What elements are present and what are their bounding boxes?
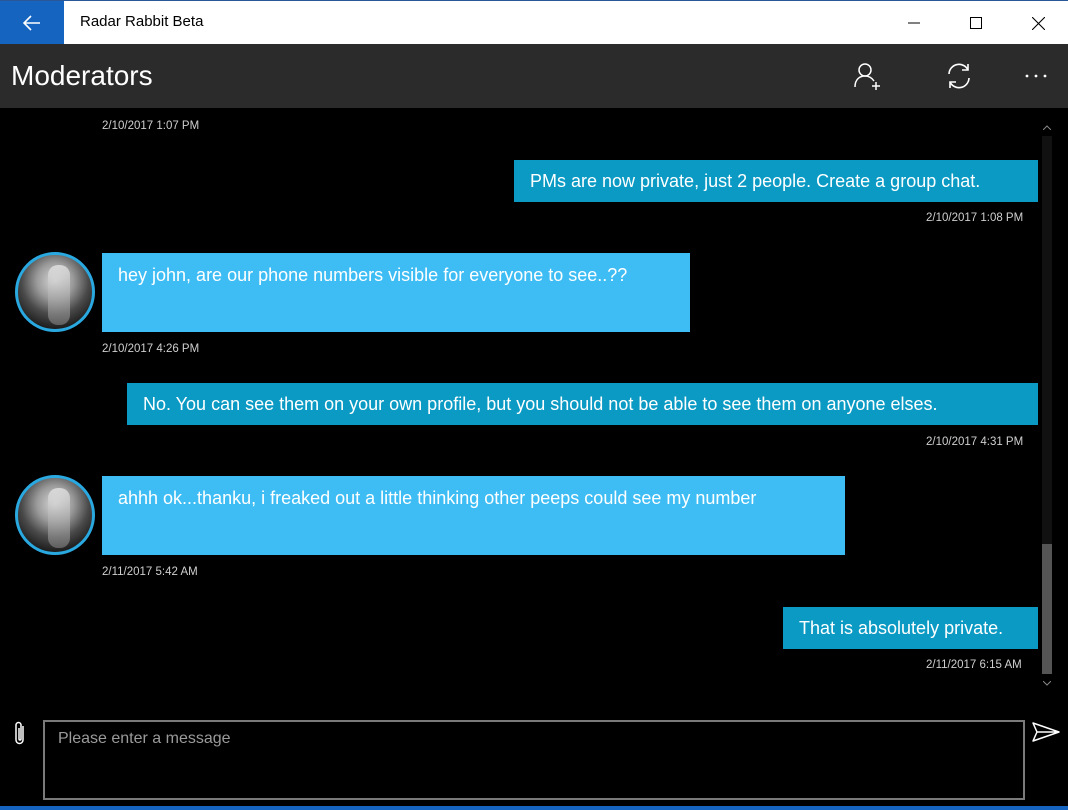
add-user-icon: [854, 63, 880, 90]
sent-message-bubble: PMs are now private, just 2 people. Crea…: [514, 160, 1038, 202]
attach-button[interactable]: [4, 716, 36, 752]
chevron-down-icon: [1043, 680, 1051, 686]
scrollbar[interactable]: [1038, 120, 1056, 690]
scroll-up-button[interactable]: [1038, 120, 1056, 134]
page-header: Moderators: [0, 44, 1068, 108]
minimize-button[interactable]: [884, 1, 944, 45]
sent-message-bubble: That is absolutely private.: [783, 607, 1038, 649]
chevron-up-icon: [1043, 124, 1051, 130]
avatar[interactable]: [15, 252, 95, 332]
refresh-icon: [948, 63, 970, 89]
window-border: [0, 806, 1068, 810]
close-button[interactable]: [1008, 1, 1068, 45]
send-icon: [1032, 722, 1060, 742]
message-timestamp: 2/10/2017 4:31 PM: [926, 436, 1024, 448]
message-list[interactable]: 2/10/2017 1:07 PM PMs are now private, j…: [0, 108, 1068, 692]
scroll-down-button[interactable]: [1038, 676, 1056, 690]
sent-message-bubble: No. You can see them on your own profile…: [127, 383, 1038, 425]
back-arrow-icon: [23, 15, 40, 31]
paperclip-icon: [15, 721, 24, 745]
send-button[interactable]: [1028, 714, 1064, 750]
received-message-bubble: ahhh ok...thanku, i freaked out a little…: [102, 476, 845, 555]
title-bar: Radar Rabbit Beta: [0, 0, 1068, 45]
message-timestamp: 2/11/2017 6:15 AM: [926, 659, 1022, 671]
maximize-icon: [970, 17, 982, 29]
add-user-button[interactable]: [844, 54, 892, 98]
page-title: Moderators: [11, 60, 153, 91]
avatar[interactable]: [15, 475, 95, 555]
close-icon: [1031, 16, 1045, 30]
composer: [0, 692, 1068, 810]
received-message-bubble: hey john, are our phone numbers visible …: [102, 253, 690, 332]
maximize-button[interactable]: [946, 1, 1006, 45]
back-button[interactable]: [0, 1, 64, 45]
message-input[interactable]: [43, 720, 1025, 800]
message-timestamp: 2/10/2017 4:26 PM: [102, 343, 200, 355]
scroll-thumb[interactable]: [1042, 544, 1052, 674]
message-timestamp: 2/10/2017 1:07 PM: [102, 120, 200, 132]
message-timestamp: 2/11/2017 5:42 AM: [102, 566, 198, 578]
more-icon: [1025, 74, 1047, 78]
minimize-icon: [908, 22, 920, 24]
refresh-button[interactable]: [935, 54, 983, 98]
more-button[interactable]: [1012, 54, 1060, 98]
app-title: Radar Rabbit Beta: [80, 13, 204, 30]
scroll-track[interactable]: [1042, 136, 1052, 674]
message-timestamp: 2/10/2017 1:08 PM: [926, 212, 1024, 224]
